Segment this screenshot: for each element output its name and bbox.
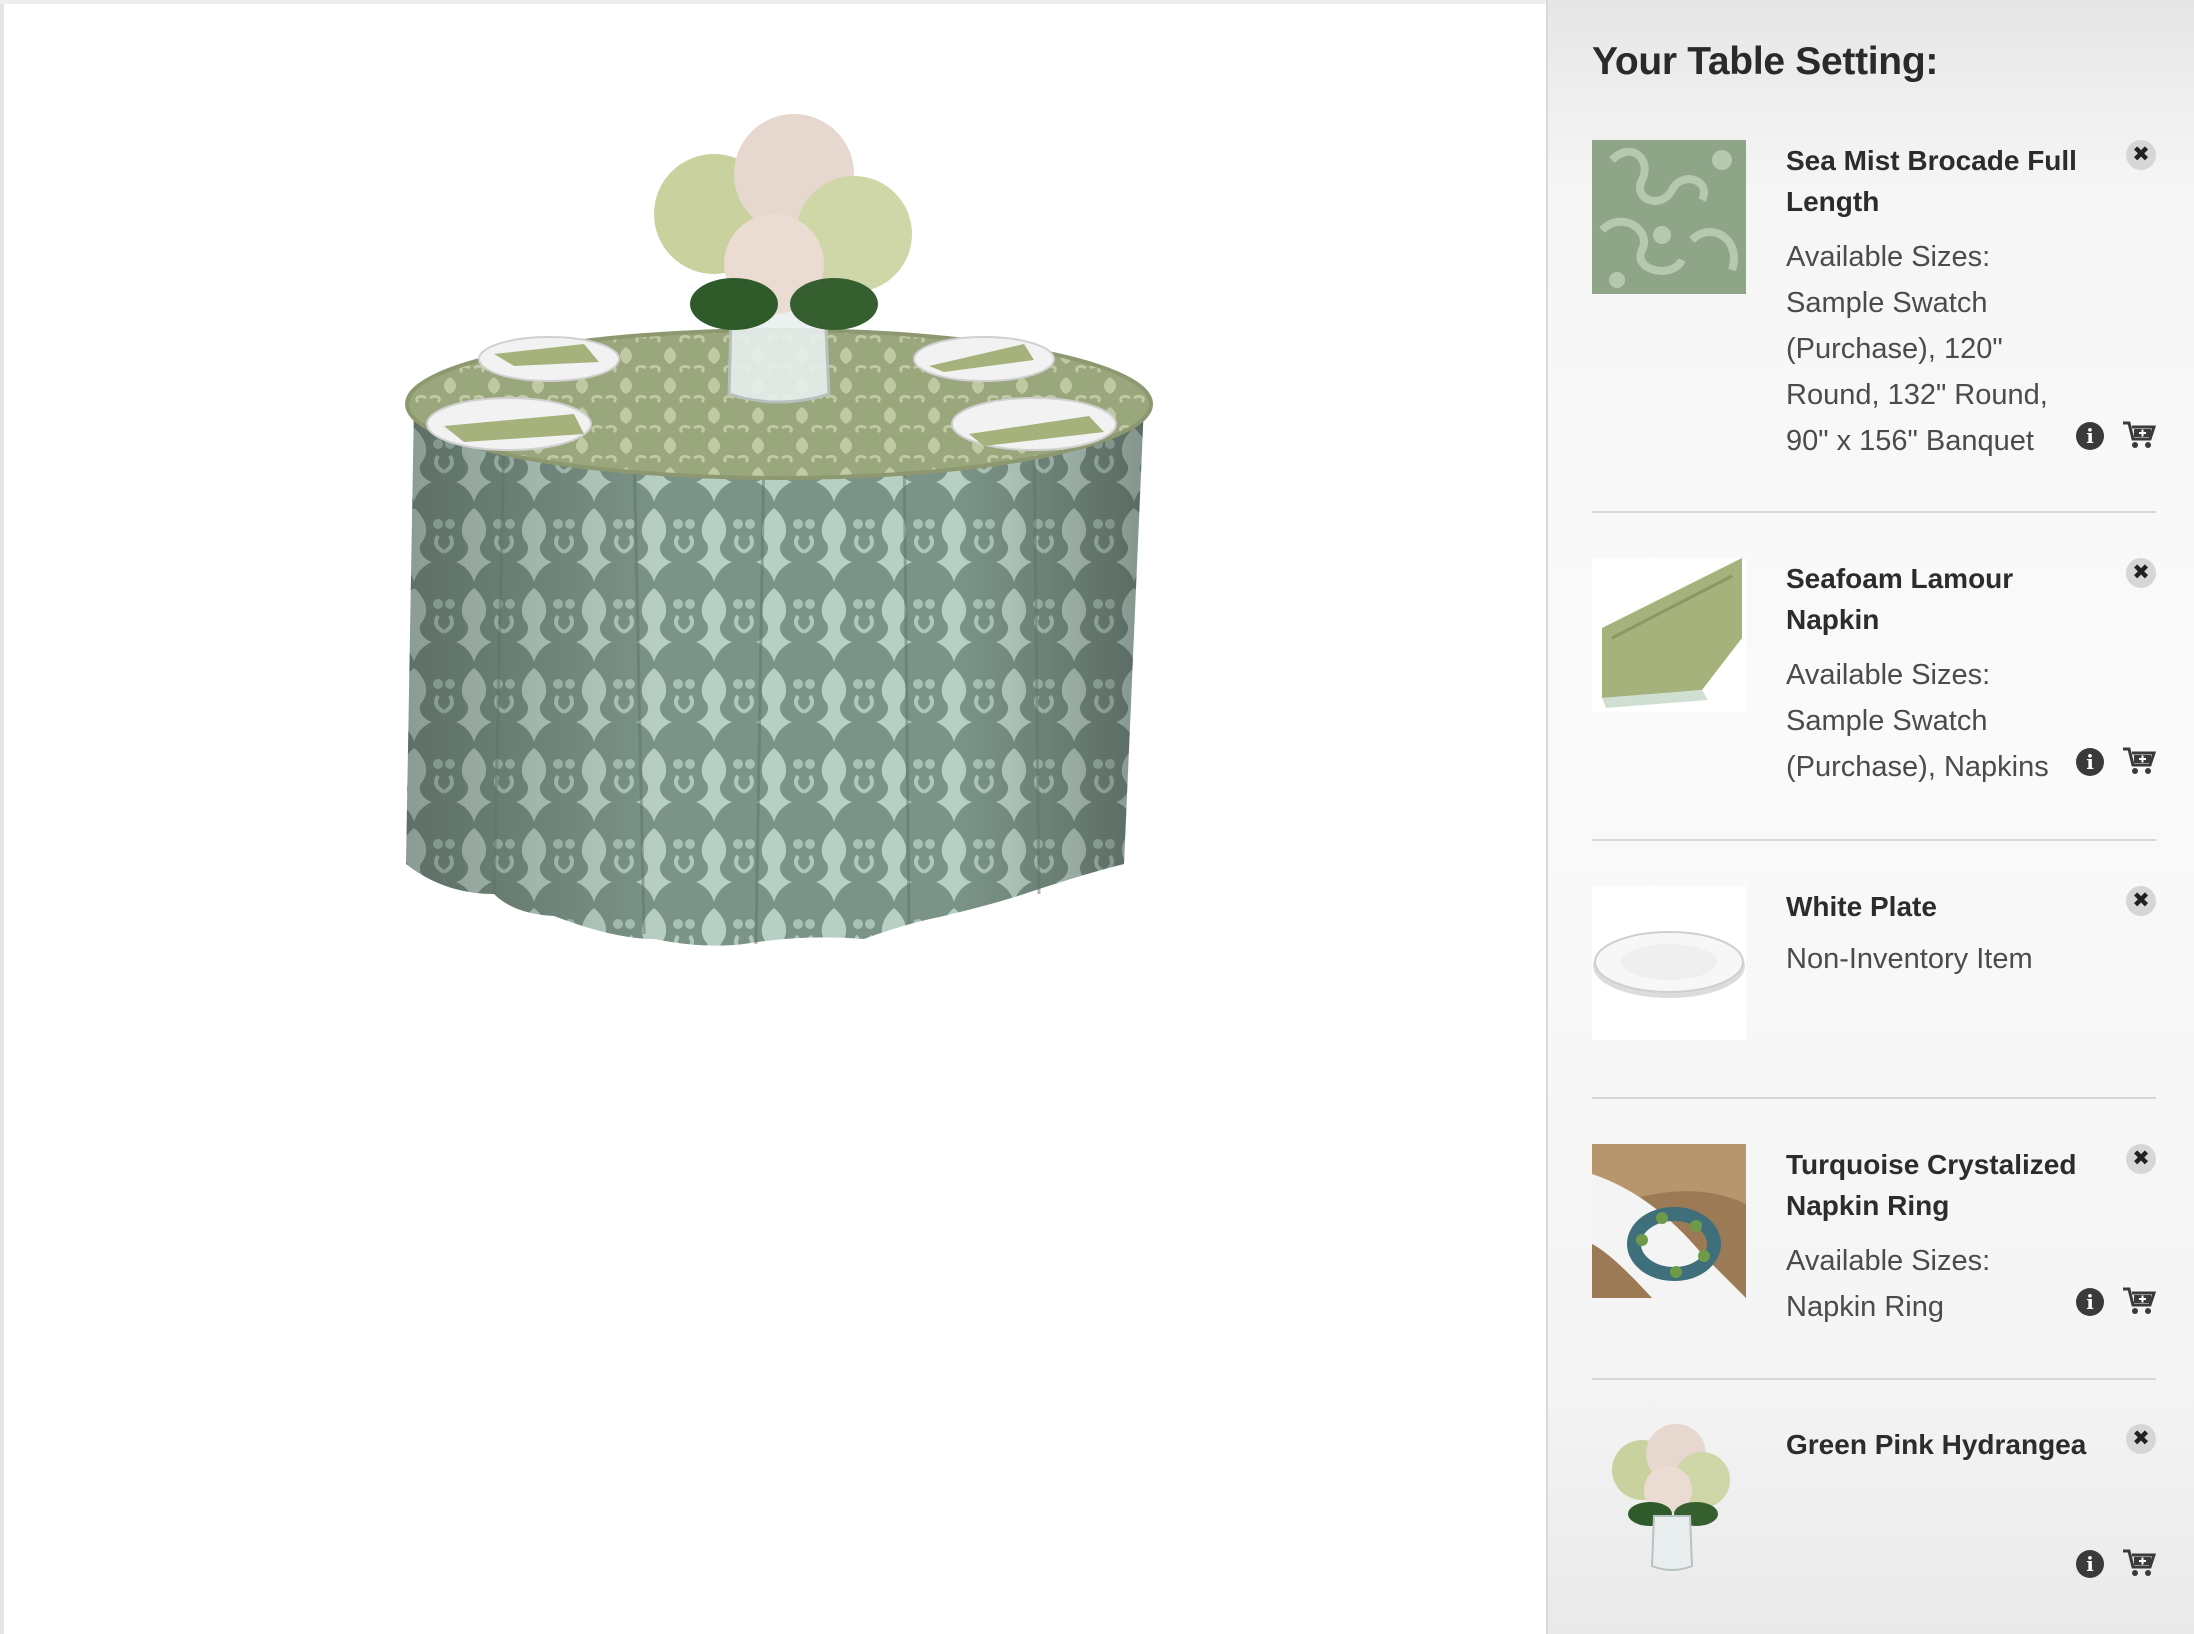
- item-name: Sea Mist Brocade Full Length: [1786, 145, 2077, 217]
- add-to-cart-icon[interactable]: [2122, 1548, 2156, 1578]
- available-sizes-text: Available Sizes: Sample Swatch (Purchase…: [1786, 234, 2076, 464]
- table-preview-area: [4, 4, 1546, 1634]
- hydrangea-centerpiece-icon: [1592, 1424, 1746, 1578]
- folded-napkin-icon: [1592, 558, 1746, 712]
- add-to-cart-icon[interactable]: [2122, 746, 2156, 776]
- table-preview-image: [405, 114, 1153, 946]
- info-icon[interactable]: i: [2076, 1550, 2104, 1578]
- add-to-cart-icon[interactable]: [2122, 1286, 2156, 1316]
- available-sizes-text: Available Sizes: Napkin Ring: [1786, 1238, 2076, 1330]
- remove-item-button[interactable]: ✖: [2126, 1144, 2156, 1174]
- item-name: Turquoise Crystalized Napkin Ring: [1786, 1149, 2077, 1221]
- info-icon[interactable]: i: [2076, 1288, 2104, 1316]
- remove-item-button[interactable]: ✖: [2126, 558, 2156, 588]
- non-inventory-note: Non-Inventory Item: [1786, 943, 2033, 975]
- white-plate-icon: [1592, 886, 1746, 1040]
- remove-item-button[interactable]: ✖: [2126, 1424, 2156, 1454]
- item-divider: [1592, 839, 2156, 841]
- item-name: Green Pink Hydrangea: [1786, 1429, 2087, 1460]
- setting-item-plate: White Plate Non-Inventory Item ✖: [1592, 886, 2156, 1046]
- napkin-ring-icon: [1592, 1144, 1746, 1298]
- item-name: Seafoam Lamour Napkin: [1786, 563, 2014, 635]
- item-name: White Plate: [1786, 891, 1937, 922]
- available-sizes-text: Available Sizes: Sample Swatch (Purchase…: [1786, 652, 2076, 790]
- setting-item-tablecloth: Sea Mist Brocade Full Length Available S…: [1592, 140, 2156, 470]
- item-divider: [1592, 1378, 2156, 1380]
- item-divider: [1592, 511, 2156, 513]
- info-icon[interactable]: i: [2076, 748, 2104, 776]
- setting-item-napkin-ring: Turquoise Crystalized Napkin Ring Availa…: [1592, 1144, 2156, 1344]
- item-divider: [1592, 1097, 2156, 1099]
- panel-title: Your Table Setting:: [1592, 40, 1939, 83]
- available-sizes-value: Sample Swatch (Purchase), Napkins: [1786, 705, 2049, 783]
- remove-item-button[interactable]: ✖: [2126, 886, 2156, 916]
- available-sizes-value: Napkin Ring: [1786, 1291, 1944, 1323]
- available-sizes-label: Available Sizes:: [1786, 241, 1991, 273]
- available-sizes-label: Available Sizes:: [1786, 659, 1991, 691]
- setting-item-napkin: Seafoam Lamour Napkin Available Sizes: S…: [1592, 558, 2156, 798]
- setting-item-centerpiece: Green Pink Hydrangea ✖ i: [1592, 1424, 2156, 1604]
- table-setting-panel: Your Table Setting: Sea Mist Brocade Ful…: [1546, 0, 2194, 1634]
- info-icon[interactable]: i: [2076, 422, 2104, 450]
- available-sizes-label: Available Sizes:: [1786, 1245, 1991, 1277]
- remove-item-button[interactable]: ✖: [2126, 140, 2156, 170]
- brocade-fabric-swatch-icon: [1592, 140, 1746, 294]
- available-sizes-value: Sample Swatch (Purchase), 120" Round, 13…: [1786, 287, 2048, 457]
- add-to-cart-icon[interactable]: [2122, 420, 2156, 450]
